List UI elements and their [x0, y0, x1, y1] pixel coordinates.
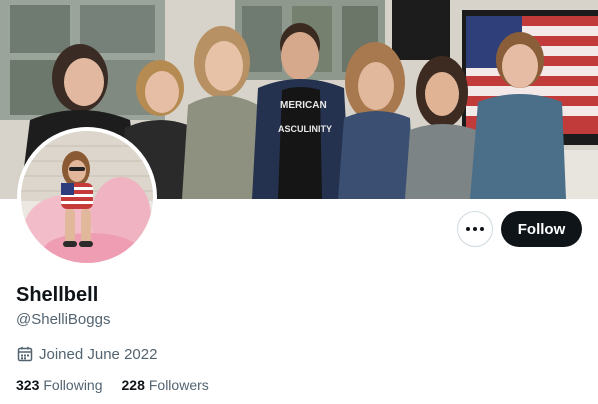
calendar-icon — [17, 346, 33, 362]
followers-link[interactable]: 228 Followers — [122, 377, 209, 393]
joined-date: Joined June 2022 — [16, 345, 157, 363]
profile-stats: 323 Following 228 Followers — [16, 377, 209, 393]
profile-display-name: Shellbell — [16, 284, 99, 306]
following-link[interactable]: 323 Following — [16, 377, 103, 393]
joined-text: Joined June 2022 — [39, 345, 158, 363]
shirt-text-line1: MERICAN — [280, 100, 327, 111]
more-icon — [466, 227, 484, 231]
profile-handle: @ShelliBoggs — [16, 311, 111, 328]
followers-count: 228 — [121, 377, 145, 393]
more-options-button[interactable] — [457, 211, 493, 247]
shirt-text-line2: ASCULINITY — [278, 124, 332, 134]
following-count: 323 — [16, 377, 40, 393]
avatar-photo — [21, 131, 153, 263]
followers-label: Followers — [148, 377, 209, 393]
profile-avatar[interactable] — [17, 127, 157, 267]
profile-page: MERICAN ASCULINITY Follow Shellbell @She… — [0, 0, 598, 404]
follow-button[interactable]: Follow — [501, 211, 582, 247]
following-label: Following — [43, 377, 103, 393]
